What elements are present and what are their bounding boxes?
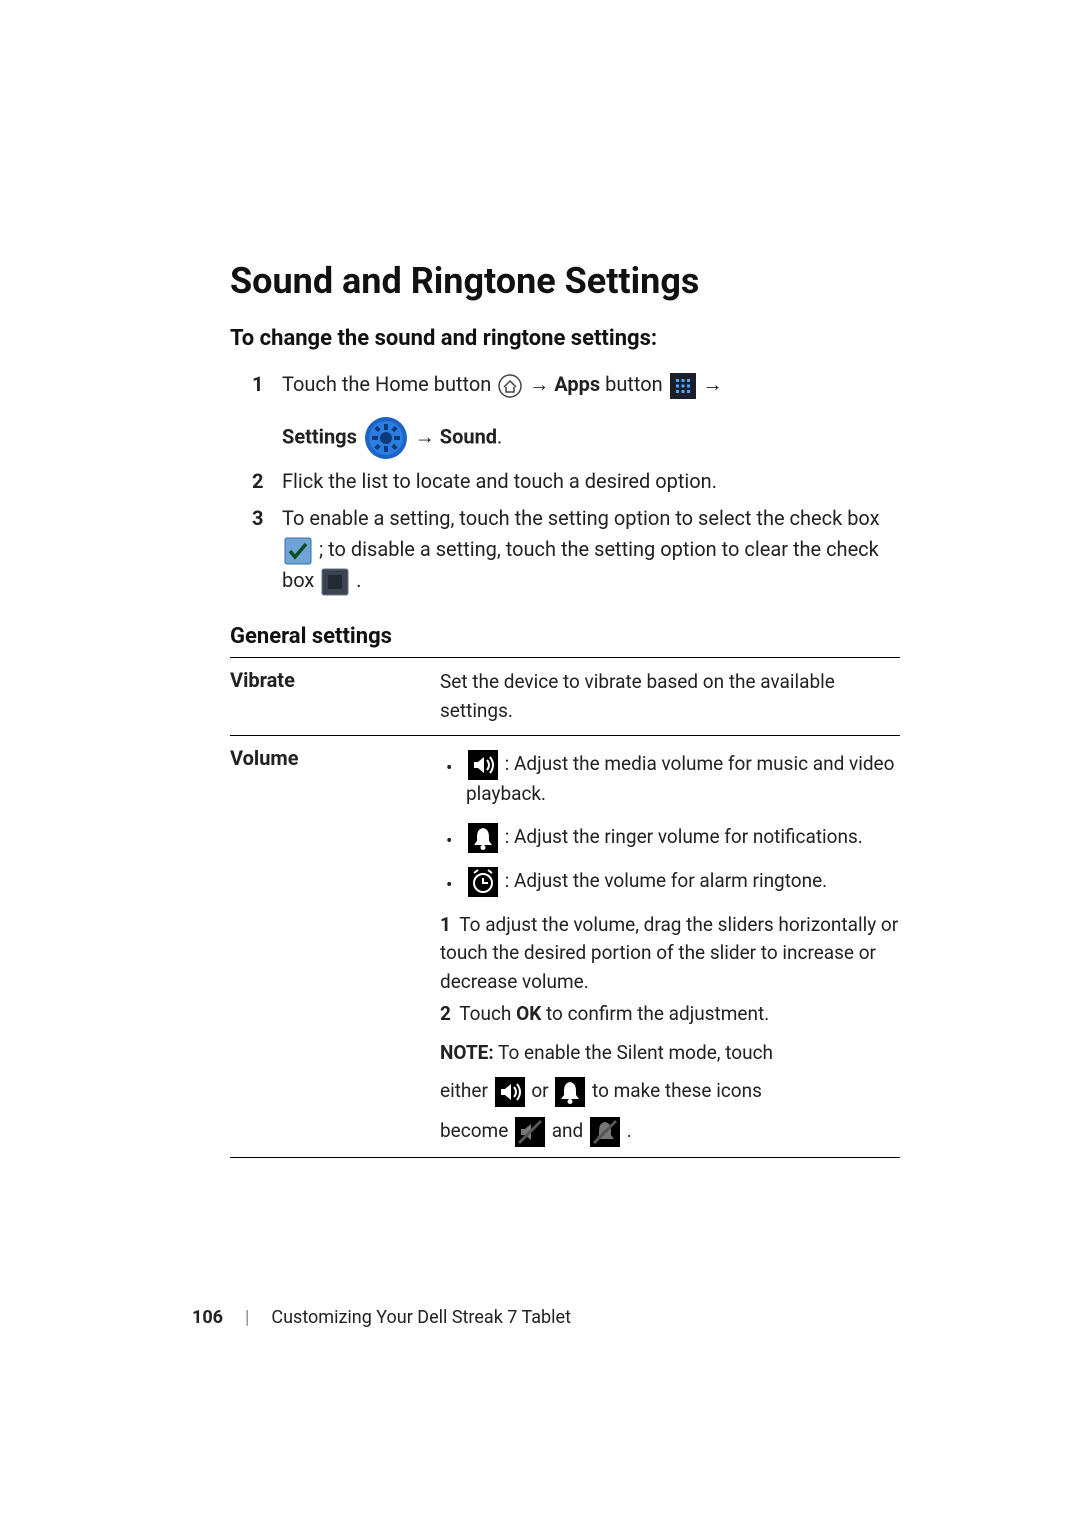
settings-gear-icon [364,416,408,460]
step-number: 3 [252,503,268,596]
volume-bullets: : Adjust the media volume for music and … [466,750,900,897]
table-row: Vibrate Set the device to vibrate based … [230,658,900,736]
list-item: : Adjust the ringer volume for notificat… [466,823,900,853]
step-text: Touch the Home button [282,372,496,396]
step-body: To enable a setting, touch the setting o… [282,503,900,596]
volume-desc: : Adjust the media volume for music and … [440,736,900,1158]
text: or [531,1079,553,1102]
checkbox-checked-icon [284,537,312,565]
general-settings-heading: General settings [230,624,900,649]
media-muted-icon [515,1117,545,1147]
page-title: Sound and Ringtone Settings [230,260,900,302]
general-settings-table: Vibrate Set the device to vibrate based … [230,657,900,1158]
substep-2: 2 Touch OK to confirm the adjustment. [440,1000,900,1029]
step-text: → [529,372,554,396]
sound-label: Sound [440,424,497,448]
text: to make these icons [592,1079,762,1102]
ringer-volume-icon [468,823,498,853]
media-volume-icon [468,750,498,780]
step-text: ; to disable a setting, touch the settin… [282,537,879,592]
volume-label: Volume [230,736,440,1158]
intro-heading: To change the sound and ringtone setting… [230,326,900,351]
vibrate-desc: Set the device to vibrate based on the a… [440,658,900,736]
step-text: → [415,424,440,448]
page-number: 106 [192,1307,223,1328]
apps-grid-icon [670,373,696,399]
step-number: 1 [252,369,268,460]
vibrate-label: Vibrate [230,658,440,736]
ok-label: OK [516,1002,541,1025]
step-text: . [497,424,502,448]
ringer-volume-icon [555,1077,585,1107]
step-body: Flick the list to locate and touch a des… [282,466,900,497]
steps-list: 1 Touch the Home button → Apps button → … [252,369,900,596]
footer-label: Customizing Your Dell Streak 7 Tablet [271,1307,571,1328]
home-icon [498,374,522,398]
bullet-text: : Adjust the ringer volume for notificat… [505,825,863,848]
step-3: 3 To enable a setting, touch the setting… [252,503,900,596]
note-label: NOTE: [440,1041,494,1064]
step-body: Touch the Home button → Apps button → Se… [282,369,900,460]
substep-number: 2 [440,1002,451,1025]
apps-label: Apps [554,372,600,396]
settings-label: Settings [282,424,357,448]
substep-1: 1 To adjust the volume, drag the sliders… [440,911,900,997]
note-text: To enable the Silent mode, touch [494,1041,773,1064]
icon-line-2: become and . [440,1117,900,1147]
substep-text: Touch [455,1002,516,1025]
page-footer: 106 | Customizing Your Dell Streak 7 Tab… [192,1307,571,1328]
step-text: → [703,372,723,396]
media-volume-icon [495,1077,525,1107]
text: . [627,1119,632,1142]
checkbox-unchecked-icon [321,568,349,596]
icon-line-1: either or to make these icons [440,1077,900,1107]
step-2: 2 Flick the list to locate and touch a d… [252,466,900,497]
step-number: 2 [252,466,268,497]
bullet-text: : Adjust the volume for alarm ringtone. [505,869,827,892]
table-row: Volume : Adjust the media volume for mus… [230,736,900,1158]
step-text: . [356,568,361,592]
step-text: button [605,372,668,396]
substep-number: 1 [440,913,451,936]
substep-text: To adjust the volume, drag the sliders h… [440,913,898,993]
text: either [440,1079,493,1102]
ringer-muted-icon [590,1117,620,1147]
alarm-volume-icon [468,867,498,897]
note: NOTE: To enable the Silent mode, touch [440,1039,900,1068]
text: become [440,1119,513,1142]
list-item: : Adjust the volume for alarm ringtone. [466,867,900,897]
bullet-text: : Adjust the media volume for music and … [466,752,894,805]
text: and [552,1119,588,1142]
list-item: : Adjust the media volume for music and … [466,750,900,809]
document-page: Sound and Ringtone Settings To change th… [0,0,1080,1158]
step-text: To enable a setting, touch the setting o… [282,506,880,530]
substep-text: to confirm the adjustment. [541,1002,769,1025]
footer-divider: | [245,1307,249,1328]
step-1: 1 Touch the Home button → Apps button → … [252,369,900,460]
